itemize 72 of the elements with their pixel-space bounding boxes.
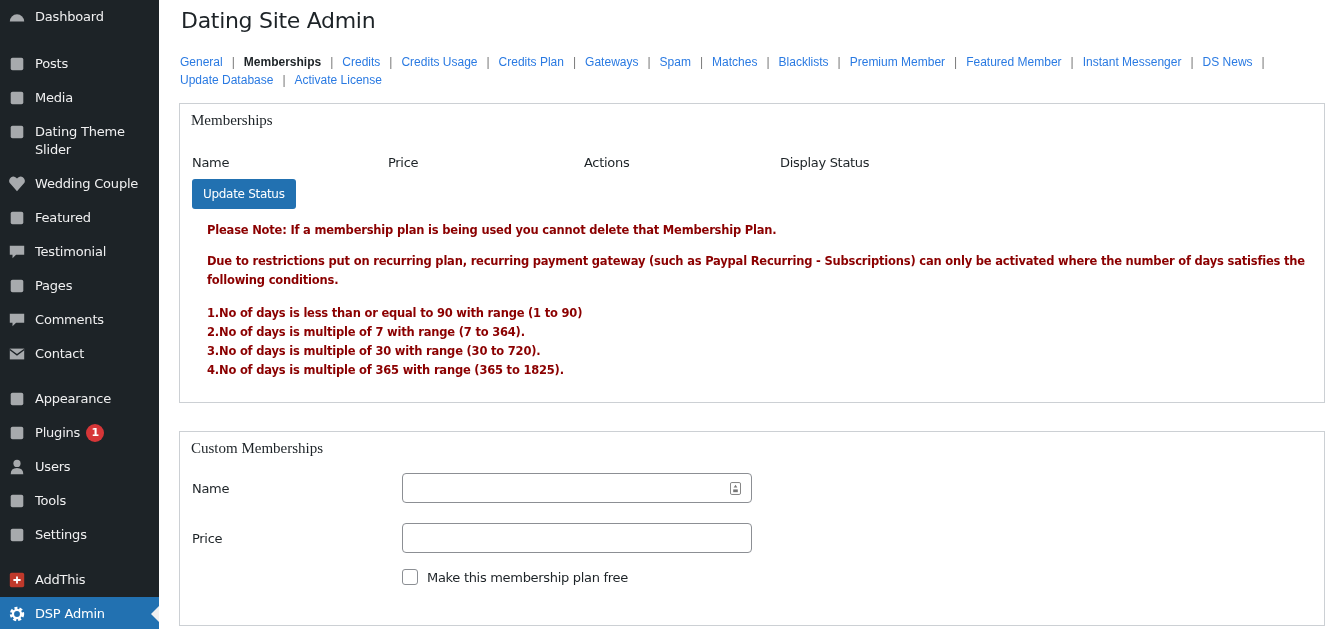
settings-tab-link[interactable]: Blacklists [778, 55, 829, 69]
settings-tab-link[interactable]: Featured Member [966, 55, 1062, 69]
settings-tab-link[interactable]: Matches [712, 55, 758, 69]
link-separator: | [954, 55, 958, 69]
sidebar-item[interactable]: Featured [0, 201, 159, 235]
sidebar-item[interactable]: Wedding Couple [0, 167, 159, 201]
link-separator: | [766, 55, 770, 69]
settings-tab-link[interactable]: General [180, 55, 223, 69]
plus-icon [8, 571, 26, 589]
link-separator: | [1190, 55, 1194, 69]
sidebar-item[interactable]: DSP Admin [0, 597, 159, 629]
link-separator: | [573, 55, 577, 69]
person-icon [8, 458, 26, 476]
sidebar-item[interactable]: Dating Theme Slider [0, 115, 159, 167]
sidebar-item[interactable]: Testimonial [0, 235, 159, 269]
column-header: Name [192, 155, 231, 170]
link-separator: | [282, 73, 286, 87]
sidebar-item[interactable]: Appearance [0, 382, 159, 416]
condition-text: 1.No of days is less than or equal to 90 with range (1 to 90) [207, 305, 584, 322]
sidebar-item[interactable]: Dashboard [0, 0, 159, 34]
link-separator: | [231, 55, 235, 69]
input-field[interactable] [402, 523, 752, 553]
settings-tab-link[interactable]: Credits Plan [498, 55, 564, 69]
checkbox[interactable] [402, 569, 418, 585]
page-title: Dating Site Admin [181, 8, 377, 33]
sidebar-item[interactable]: Tools [0, 484, 159, 518]
link-separator: | [330, 55, 334, 69]
settings-tab-link[interactable]: Update Database [180, 73, 274, 87]
settings-tab-link[interactable]: Spam [659, 55, 691, 69]
sidebar-item[interactable]: Comments [0, 303, 159, 337]
input-field[interactable] [402, 473, 752, 503]
settings-icon [8, 605, 26, 623]
link-separator: | [486, 55, 490, 69]
link-separator: | [1070, 55, 1074, 69]
column-header: Display Status [780, 155, 871, 170]
sidebar-item[interactable]: AddThis [0, 563, 159, 597]
settings-tab-link[interactable]: Credits [342, 55, 381, 69]
link-separator: | [389, 55, 393, 69]
condition-text: 4.No of days is multiple of 365 with range (365 to 1825). [207, 362, 565, 379]
note-text: Please Note: If a membership plan is being used you cannot delete that Membership Plan. [207, 222, 778, 239]
sidebar-item[interactable]: Users [0, 450, 159, 484]
column-header: Price [388, 155, 420, 170]
settings-tab-link[interactable]: Premium Member [849, 55, 946, 69]
sidebar-item[interactable]: Media [0, 81, 159, 115]
panel-title: Memberships [191, 112, 274, 129]
panel-title: Custom Memberships [191, 440, 325, 457]
link-separator: | [699, 55, 704, 69]
settings-tab-link[interactable]: DS News [1202, 55, 1253, 69]
settings-tab-link[interactable]: Gateways [585, 55, 639, 69]
settings-tab-link[interactable]: Credits Usage [401, 55, 478, 69]
sidebar-item[interactable]: Pages [0, 269, 159, 303]
settings-tab-link[interactable]: Memberships [243, 55, 322, 69]
link-separator: | [837, 55, 841, 69]
settings-tab-link[interactable]: Instant Messenger [1082, 55, 1182, 69]
heart-icon [8, 175, 26, 193]
restriction-text: Due to restrictions put on recurring plan, recurring payment gateway (such as Paypal Recurring - Subscriptions) can only be activated where the number of days satisfies the following conditions. [207, 253, 1306, 289]
sidebar-item[interactable]: Settings [0, 518, 159, 552]
field-label: Name [192, 480, 231, 496]
column-header: Actions [584, 155, 631, 170]
condition-text: 3.No of days is multiple of 30 with range (30 to 720). [207, 343, 542, 360]
link-separator: | [647, 55, 651, 69]
sidebar-item[interactable]: Contact [0, 337, 159, 371]
field-label: Price [192, 530, 224, 546]
checkbox-label: Make this membership plan free [427, 569, 628, 585]
settings-tab-link[interactable]: Activate License [294, 73, 382, 87]
sidebar-item[interactable]: Plugins 1 [0, 416, 159, 450]
condition-text: 2.No of days is multiple of 7 with range (7 to 364). [207, 324, 526, 341]
sidebar-item[interactable]: Posts [0, 47, 159, 81]
update-count-badge: 1 [86, 424, 105, 442]
link-separator: | [1261, 55, 1265, 69]
update-status-button[interactable]: Update Status [192, 179, 296, 209]
autofill-icon [730, 481, 741, 495]
